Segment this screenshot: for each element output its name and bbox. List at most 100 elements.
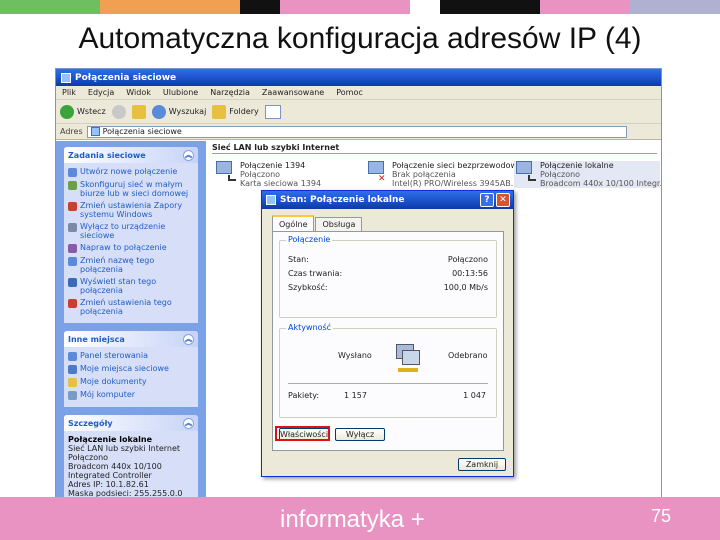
back-button[interactable]: Wstecz	[60, 104, 106, 119]
slide-title: Automatyczna konfiguracja adresów IP (4)	[78, 22, 642, 55]
network-tasks-header[interactable]: Zadania sieciowe ︽	[64, 147, 198, 163]
network-connection-icon	[514, 161, 536, 183]
window-titlebar: Połączenia sieciowe	[56, 69, 661, 86]
connection-wireless[interactable]: ✕ Połączenie sieci bezprzewodowej Brak p…	[366, 161, 524, 188]
menu-tools[interactable]: Narzędzia	[210, 88, 250, 97]
other-places-header[interactable]: Inne miejsca ︽	[64, 331, 198, 347]
place-control-panel[interactable]: Panel sterowania	[68, 351, 194, 361]
status-icon	[68, 278, 77, 287]
menu-help[interactable]: Pomoc	[336, 88, 363, 97]
task-label: Wyłącz to urządzenie sieciowe	[80, 222, 166, 240]
disable-button[interactable]: Wyłącz	[335, 428, 385, 441]
packets-received-value: 1 047	[463, 391, 486, 400]
packets-sent-value: 1 157	[344, 391, 367, 400]
dialog-tabs: Ogólne Obsługa	[272, 215, 363, 231]
folders-icon	[212, 104, 227, 119]
speed-label: Szybkość:	[288, 283, 328, 292]
place-my-documents[interactable]: Moje dokumenty	[68, 377, 194, 387]
collapse-chevron-icon[interactable]: ︽	[183, 333, 194, 345]
dialog-titlebar: Stan: Połączenie lokalne ? ✕	[262, 191, 513, 209]
connection-legend: Połączenie	[286, 235, 333, 244]
connection-1394[interactable]: Połączenie 1394 Połączono Karta sieciowa…	[214, 161, 321, 188]
dialog-title: Stan: Połączenie lokalne	[280, 195, 405, 205]
place-label: Moje miejsca sieciowe	[80, 364, 169, 373]
connection-device: Intel(R) PRO/Wireless 3945AB...	[392, 179, 519, 188]
collapse-chevron-icon[interactable]: ︽	[183, 417, 194, 429]
back-label: Wstecz	[77, 107, 106, 116]
wireless-connection-icon: ✕	[366, 161, 388, 184]
folders-button[interactable]: Foldery	[212, 104, 259, 119]
network-folder-icon	[61, 72, 71, 83]
sent-label: Wysłano	[338, 351, 372, 360]
search-label: Wyszukaj	[168, 107, 207, 116]
brand-label: informatyka +	[280, 506, 425, 533]
documents-folder-icon	[68, 378, 77, 387]
connection-name: Połączenie sieci bezprzewodowej	[392, 161, 525, 170]
task-label: Zmień ustawienia tego połączenia	[80, 298, 172, 316]
forward-arrow-icon[interactable]	[111, 104, 126, 119]
details-panel: Szczegóły ︽ Połączenie lokalne Sieć LAN …	[64, 415, 198, 497]
connection-local[interactable]: Połączenie lokalne Połączono Broadcom 44…	[514, 161, 662, 188]
duration-row: Czas trwania: 00:13:56	[288, 269, 488, 278]
network-places-icon	[68, 365, 77, 374]
menu-file[interactable]: Plik	[62, 88, 76, 97]
task-label: Skonfiguruj sieć w małym biurze lub w si…	[80, 180, 189, 198]
connection-device: Broadcom 440x 10/100 Integr...	[540, 179, 662, 188]
task-repair[interactable]: Napraw to połączenie	[68, 243, 194, 253]
menu-view[interactable]: Widok	[126, 88, 151, 97]
details-header[interactable]: Szczegóły ︽	[64, 415, 198, 431]
task-change-settings[interactable]: Zmień ustawienia tego połączenia	[68, 298, 194, 316]
search-button[interactable]: Wyszukaj	[151, 104, 207, 119]
close-icon[interactable]: ✕	[496, 193, 510, 207]
back-arrow-icon	[60, 104, 74, 119]
page-number: 75	[651, 506, 672, 526]
tab-general[interactable]: Ogólne	[272, 215, 315, 231]
connection-name: Połączenie 1394	[240, 161, 306, 170]
place-network-places[interactable]: Moje miejsca sieciowe	[68, 364, 194, 374]
properties-highlight-box	[275, 426, 330, 441]
task-firewall[interactable]: Zmień ustawienia Zapory systemu Windows	[68, 201, 194, 219]
place-label: Panel sterowania	[80, 351, 148, 360]
duration-value: 00:13:56	[452, 269, 488, 278]
status-row: Stan: Połączono	[288, 255, 488, 264]
task-setup-network[interactable]: Skonfiguruj sieć w małym biurze lub w si…	[68, 180, 194, 198]
menu-advanced[interactable]: Zaawansowane	[262, 88, 324, 97]
top-color-strip	[0, 0, 720, 14]
activity-group: Aktywność Wysłano Odebrano Pakiety: 1 15…	[279, 323, 497, 418]
address-label: Adres	[60, 127, 83, 136]
task-label: Zmień ustawienia Zapory systemu Windows	[80, 201, 183, 219]
tab-support[interactable]: Obsługa	[315, 217, 363, 231]
folders-label: Foldery	[229, 107, 259, 116]
details-line: Adres IP: 10.1.82.61	[68, 480, 149, 489]
network-tasks-list: Utwórz nowe połączenie Skonfiguruj sieć …	[64, 163, 198, 323]
task-disable-device[interactable]: Wyłącz to urządzenie sieciowe	[68, 222, 194, 240]
status-value: Połączono	[447, 255, 488, 264]
details-body: Połączenie lokalne Sieć LAN lub szybki I…	[64, 431, 198, 497]
network-connection-icon	[214, 161, 236, 183]
place-my-computer[interactable]: Mój komputer	[68, 390, 194, 400]
address-bar: Adres Połączenia sieciowe	[56, 124, 661, 140]
task-view-status[interactable]: Wyświetl stan tego połączenia	[68, 277, 194, 295]
views-icon[interactable]	[264, 104, 281, 119]
details-line: Sieć LAN lub szybki Internet	[68, 444, 181, 453]
collapse-chevron-icon[interactable]: ︽	[183, 149, 194, 161]
menu-favorites[interactable]: Ulubione	[163, 88, 198, 97]
other-places-title: Inne miejsca	[68, 334, 125, 344]
help-button[interactable]: ?	[480, 193, 494, 207]
duration-label: Czas trwania:	[288, 269, 343, 278]
network-activity-icon	[390, 344, 426, 374]
task-new-connection[interactable]: Utwórz nowe połączenie	[68, 167, 194, 177]
task-rename[interactable]: Zmień nazwę tego połączenia	[68, 256, 194, 274]
close-button[interactable]: Zamknij	[458, 458, 506, 471]
address-input[interactable]: Połączenia sieciowe	[86, 125, 627, 138]
up-folder-icon[interactable]	[131, 104, 146, 119]
connection-status: Połączono	[240, 170, 281, 179]
task-label: Wyświetl stan tego połączenia	[80, 277, 157, 295]
activity-divider	[288, 383, 488, 384]
menu-edit[interactable]: Edycja	[88, 88, 114, 97]
details-title: Szczegóły	[68, 418, 113, 428]
network-tasks-title: Zadania sieciowe	[68, 150, 146, 160]
received-label: Odebrano	[448, 351, 488, 360]
settings-icon	[68, 299, 77, 308]
tab-content: Połączenie Stan: Połączono Czas trwania:…	[272, 231, 504, 451]
